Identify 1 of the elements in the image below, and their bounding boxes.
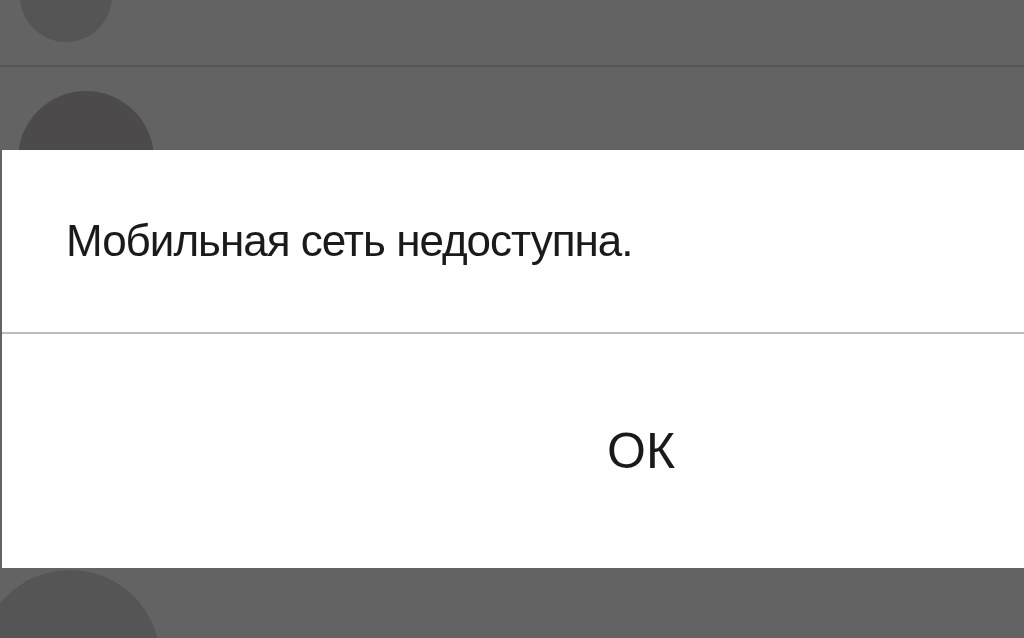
dialog-message: Мобильная сеть недоступна.	[66, 215, 633, 267]
